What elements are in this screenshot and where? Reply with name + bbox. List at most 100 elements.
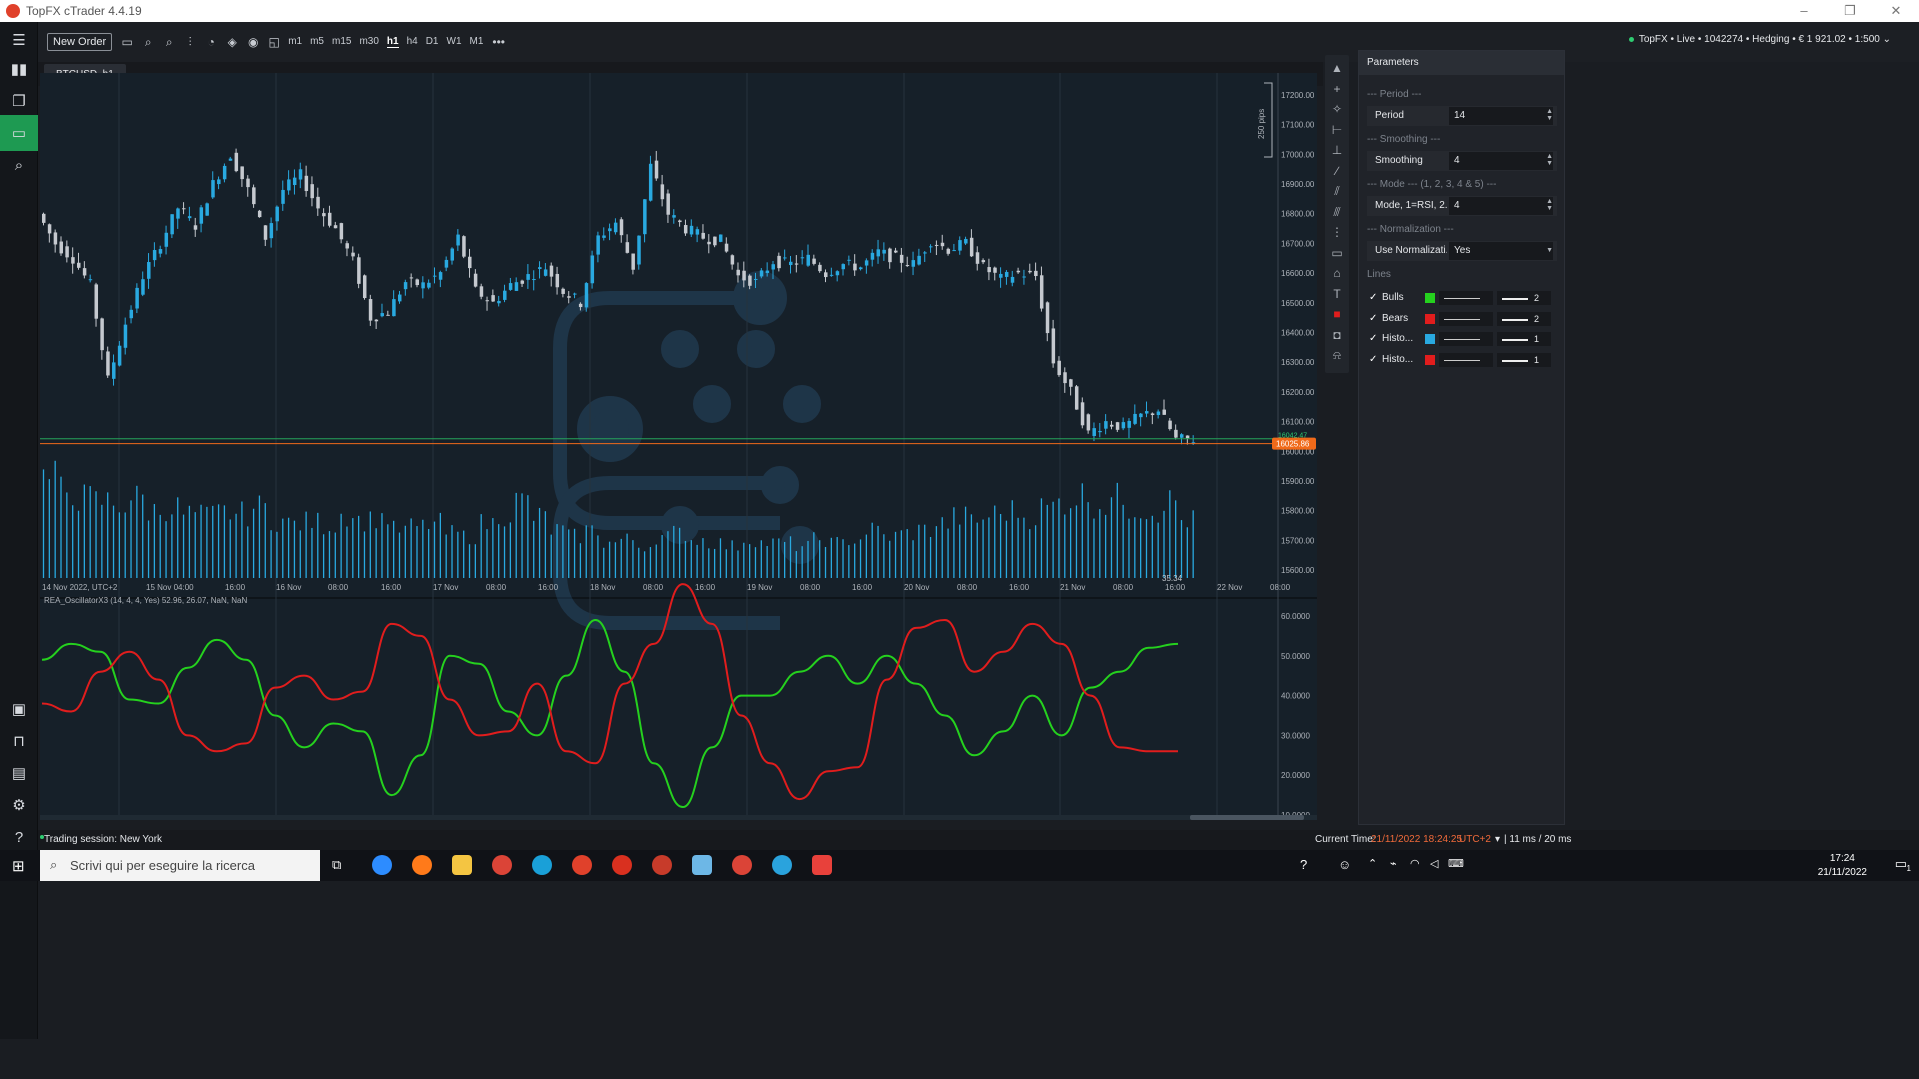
text-tool-icon[interactable]: T	[1325, 287, 1349, 301]
ctrader-app-icon[interactable]	[572, 855, 592, 875]
line-color-swatch[interactable]	[1425, 354, 1435, 365]
timeframe-m1[interactable]: M1	[470, 36, 484, 48]
taskbar-clock[interactable]: 17:24 21/11/2022	[1818, 852, 1867, 880]
rectangle-icon[interactable]: ▭	[1325, 246, 1349, 260]
line-checkbox[interactable]: ✓	[1369, 354, 1377, 365]
zoom-in-icon[interactable]: ⌕	[142, 35, 154, 50]
timezone-select[interactable]: UTC+2	[1459, 834, 1491, 845]
timeframe-m5[interactable]: m5	[310, 36, 324, 48]
notepad-app-icon[interactable]	[692, 855, 712, 875]
line-style-select[interactable]	[1439, 291, 1493, 305]
color-picker-icon[interactable]: ■	[1325, 307, 1349, 321]
cursor-icon[interactable]: ▲	[1325, 61, 1349, 75]
telegram-app-icon[interactable]	[772, 855, 792, 875]
mode-input[interactable]: 4	[1449, 197, 1553, 215]
line-checkbox[interactable]: ✓	[1369, 313, 1377, 324]
line-width-select[interactable]: 2	[1497, 311, 1551, 326]
nav-settings-icon[interactable]: ⚙	[0, 787, 38, 823]
cross-tool-icon[interactable]: ✧	[1325, 102, 1349, 116]
account-info[interactable]: TopFX • Live • 1042274 • Hedging • € 1 9…	[1628, 34, 1891, 45]
period-input[interactable]: 14	[1449, 107, 1553, 125]
app-icon-red[interactable]	[812, 855, 832, 875]
timeframe-m30[interactable]: m30	[359, 36, 378, 48]
maximize-button[interactable]: ❐	[1827, 0, 1873, 22]
keyboard-tray-icon[interactable]: ⌨	[1448, 857, 1464, 870]
color-theme-icon[interactable]: ◔	[205, 35, 217, 50]
normalization-select[interactable]: Yes	[1449, 242, 1553, 260]
line-width-select[interactable]: 1	[1497, 332, 1551, 346]
timeframe-m1[interactable]: m1	[288, 36, 302, 48]
nav-copy-icon[interactable]: ❐	[0, 83, 38, 119]
smoothing-input[interactable]: 4	[1449, 152, 1553, 170]
timeframe-d1[interactable]: D1	[426, 36, 439, 48]
horizontal-line-icon[interactable]: ⊢	[1325, 123, 1349, 137]
network-tray-icon[interactable]: ⌁	[1390, 857, 1397, 870]
layout-icon[interactable]: ▭	[121, 35, 133, 50]
taskbar-search-input[interactable]: Scrivi qui per eseguire la ricerca	[40, 850, 320, 881]
windows-start-icon[interactable]: ⊞	[12, 857, 25, 875]
notifications-icon[interactable]: ▭	[1895, 856, 1907, 872]
tray-chevron-icon[interactable]: ⌃	[1368, 857, 1377, 870]
people-tray-icon[interactable]: ☺	[1338, 857, 1351, 872]
crosshair-icon[interactable]: +	[1325, 82, 1349, 96]
templates-icon[interactable]: ◱	[268, 35, 280, 50]
timeframe-h4[interactable]: h4	[407, 36, 418, 48]
timeframe-h1[interactable]: h1	[386, 36, 399, 48]
zoom-app-icon[interactable]	[372, 855, 392, 875]
normalization-chevron-icon[interactable]: ▼	[1546, 247, 1553, 254]
line-width-select[interactable]: 2	[1497, 291, 1551, 305]
vertical-line-icon[interactable]: ⊥	[1325, 143, 1349, 157]
firefox-app-icon[interactable]	[412, 855, 432, 875]
wifi-tray-icon[interactable]: ◠	[1410, 857, 1420, 870]
opera-app-icon[interactable]	[612, 855, 632, 875]
chrome-app-icon[interactable]	[492, 855, 512, 875]
line-checkbox[interactable]: ✓	[1369, 292, 1377, 303]
minimize-button[interactable]: –	[1781, 0, 1827, 22]
line-color-swatch[interactable]	[1425, 334, 1435, 344]
tz-chevron-icon[interactable]: ▾	[1495, 834, 1500, 845]
line-checkbox[interactable]: ✓	[1369, 333, 1377, 344]
visibility-icon[interactable]: ◉	[247, 35, 259, 50]
chart-svg[interactable]: 17200.00 17100.00 17000.00 16900.00 16800.00…	[40, 73, 1317, 820]
chart-type-icon[interactable]: ⫶	[184, 35, 196, 50]
nav-store-icon[interactable]: ⊓	[0, 723, 38, 759]
arrow-up-icon[interactable]: ⌂	[1325, 266, 1349, 280]
line-width-select[interactable]: 1	[1497, 352, 1551, 367]
line-style-select[interactable]	[1439, 332, 1493, 346]
layers-icon[interactable]: ◈	[226, 35, 238, 50]
mode-spinner-icon[interactable]: ▲ ▼	[1546, 198, 1553, 212]
more-options-icon[interactable]: •••	[492, 35, 505, 49]
alert-bell-icon[interactable]: ⍾	[1325, 348, 1349, 363]
close-button[interactable]: ✕	[1873, 0, 1919, 22]
task-view-icon[interactable]: ⧉	[332, 857, 341, 873]
smoothing-spinner-icon[interactable]: ▲ ▼	[1546, 153, 1553, 167]
timeframe-w1[interactable]: W1	[447, 36, 462, 48]
help-tray-icon[interactable]: ?	[1300, 857, 1307, 872]
window-title: TopFX cTrader 4.4.19	[26, 4, 142, 18]
nav-portfolio-icon[interactable]: ▣	[0, 691, 38, 727]
nav-trade-icon[interactable]: ▮▮	[0, 51, 38, 87]
chart-area[interactable]: 17200.00 17100.00 17000.00 16900.00 16800.00…	[40, 73, 1317, 820]
line-color-swatch[interactable]	[1425, 293, 1435, 303]
volume-tray-icon[interactable]: ◁	[1430, 857, 1438, 870]
section-mode: --- Mode --- (1, 2, 3, 4 & 5) ---	[1367, 179, 1497, 190]
line-color-swatch[interactable]	[1425, 313, 1435, 324]
file-explorer-icon[interactable]	[452, 855, 472, 875]
edge-app-icon[interactable]	[532, 855, 552, 875]
period-spinner-icon[interactable]: ▲ ▼	[1546, 108, 1553, 122]
dotted-line-icon[interactable]: ⋮	[1325, 225, 1349, 239]
new-order-button[interactable]: New Order	[47, 33, 113, 51]
zoom-out-icon[interactable]: ⌕	[163, 35, 175, 50]
timeframe-m15[interactable]: m15	[332, 36, 351, 48]
chrome2-app-icon[interactable]	[732, 855, 752, 875]
nav-automate-icon[interactable]: ▭	[0, 115, 38, 151]
nav-analyze-icon[interactable]: ⌕	[0, 147, 38, 183]
fibonacci-icon[interactable]: ⫻	[1325, 205, 1349, 220]
line-style-select[interactable]	[1439, 352, 1493, 367]
nav-wallet-icon[interactable]: ▤	[0, 755, 38, 791]
screenshot-icon[interactable]: ◘	[1325, 328, 1349, 342]
channel-icon[interactable]: ⫽	[1325, 184, 1349, 199]
trend-line-icon[interactable]: ∕	[1325, 164, 1349, 178]
line-style-select[interactable]	[1439, 311, 1493, 326]
app-icon-topfx[interactable]	[652, 855, 672, 875]
